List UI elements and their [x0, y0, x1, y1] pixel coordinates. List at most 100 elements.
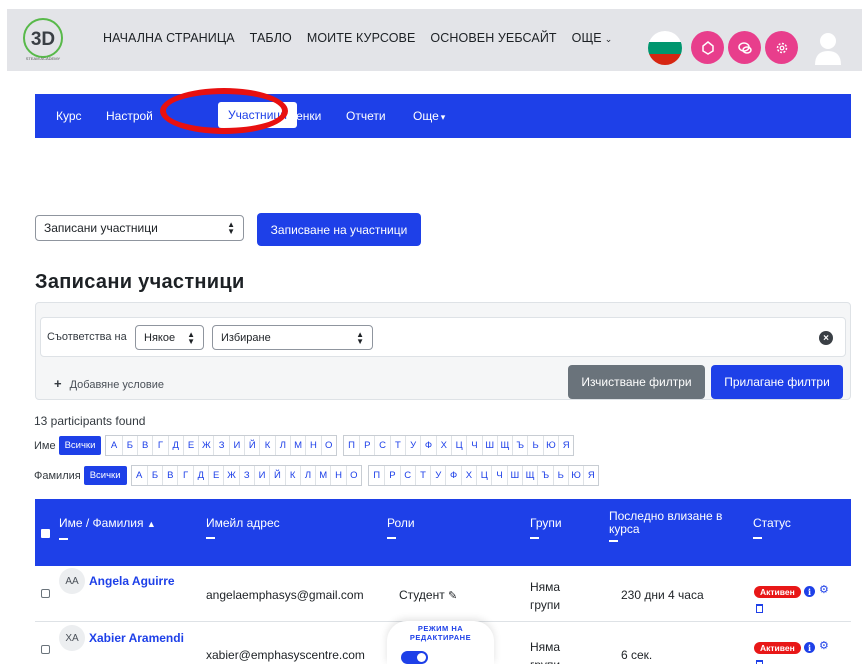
messages-icon[interactable]: [728, 31, 761, 64]
secnav-course[interactable]: Курс: [56, 109, 82, 123]
lastname-all-button[interactable]: Всички: [83, 466, 127, 485]
user-name-link[interactable]: Angela Aguirre: [89, 574, 175, 588]
lastname-letter-button[interactable]: К: [284, 466, 300, 485]
firstname-letter-button[interactable]: Н: [305, 436, 320, 455]
col-groups-header[interactable]: Групи: [530, 517, 562, 539]
firstname-letter-button[interactable]: Ч: [466, 436, 481, 455]
lastname-letter-button[interactable]: Г: [177, 466, 192, 485]
lastname-letter-button[interactable]: Ц: [476, 466, 491, 485]
nav-my-courses[interactable]: МОИТЕ КУРСОВЕ: [307, 31, 416, 45]
firstname-letter-button[interactable]: И: [228, 436, 244, 455]
col-hide-icon[interactable]: [59, 538, 68, 540]
add-condition-link[interactable]: + Добавяне условие: [54, 376, 164, 391]
lastname-letter-button[interactable]: Б: [146, 466, 162, 485]
user-avatar-icon[interactable]: [813, 31, 843, 65]
firstname-letter-button[interactable]: Я: [558, 436, 573, 455]
nav-dashboard[interactable]: ТАБЛО: [250, 31, 292, 45]
gear-icon[interactable]: ⚙: [819, 639, 829, 652]
firstname-letter-button[interactable]: В: [137, 436, 152, 455]
lastname-letter-button[interactable]: И: [253, 466, 269, 485]
firstname-letter-button[interactable]: Ю: [542, 436, 558, 455]
lastname-letter-button[interactable]: Л: [299, 466, 315, 485]
select-all-checkbox[interactable]: [41, 529, 50, 538]
info-icon[interactable]: i: [804, 642, 815, 653]
user-name-link[interactable]: Xabier Aramendi: [89, 631, 184, 645]
firstname-letter-button[interactable]: Щ: [496, 436, 512, 455]
lastname-letter-button[interactable]: Ь: [552, 466, 568, 485]
firstname-letter-button[interactable]: У: [405, 436, 420, 455]
row-checkbox[interactable]: [41, 645, 50, 654]
col-email-header[interactable]: Имейл адрес: [206, 517, 280, 539]
language-flag-icon[interactable]: [648, 31, 682, 65]
notification-icon[interactable]: [691, 31, 724, 64]
participants-view-select[interactable]: Записани участници ▲ ▼: [35, 215, 244, 241]
edit-mode-toggle[interactable]: [401, 651, 428, 664]
col-lastaccess-header[interactable]: Последно влизане в курса: [609, 510, 729, 542]
info-icon[interactable]: i: [804, 586, 815, 597]
firstname-letter-button[interactable]: З: [213, 436, 228, 455]
lastname-letter-button[interactable]: Д: [192, 466, 208, 485]
secnav-settings[interactable]: Настрой: [106, 109, 153, 123]
gear-icon[interactable]: ⚙: [819, 583, 829, 596]
lastname-letter-button[interactable]: П: [369, 466, 384, 485]
col-hide-icon[interactable]: [387, 537, 396, 539]
lastname-letter-button[interactable]: Х: [460, 466, 476, 485]
lastname-letter-button[interactable]: Е: [208, 466, 223, 485]
clear-filters-button[interactable]: Изчистване филтри: [568, 365, 705, 399]
firstname-letter-button[interactable]: Л: [274, 436, 290, 455]
firstname-letter-button[interactable]: М: [289, 436, 305, 455]
firstname-letter-button[interactable]: Ш: [481, 436, 497, 455]
match-type-select[interactable]: Някое ▲ ▼: [135, 325, 204, 350]
firstname-letter-button[interactable]: О: [320, 436, 336, 455]
settings-gear-icon[interactable]: [765, 31, 798, 64]
firstname-letter-button[interactable]: Ф: [420, 436, 435, 455]
col-hide-icon[interactable]: [609, 540, 618, 542]
lastname-letter-button[interactable]: Я: [583, 466, 598, 485]
firstname-letter-button[interactable]: Б: [121, 436, 137, 455]
lastname-letter-button[interactable]: Ш: [506, 466, 522, 485]
firstname-letter-button[interactable]: А: [106, 436, 121, 455]
enrol-users-button[interactable]: Записване на участници: [257, 213, 421, 246]
col-status-header[interactable]: Статус: [753, 517, 791, 539]
lastname-letter-button[interactable]: Н: [330, 466, 345, 485]
col-hide-icon[interactable]: [753, 537, 762, 539]
nav-main-website[interactable]: ОСНОВЕН УЕБСАЙТ: [430, 31, 556, 45]
col-name-header[interactable]: Име / Фамилия ▲: [59, 517, 156, 540]
lastname-letter-button[interactable]: С: [399, 466, 415, 485]
lastname-letter-button[interactable]: Ю: [567, 466, 583, 485]
filter-type-select[interactable]: Избиране ▲ ▼: [212, 325, 373, 350]
firstname-letter-button[interactable]: Р: [359, 436, 374, 455]
firstname-letter-button[interactable]: Й: [244, 436, 259, 455]
lastname-letter-button[interactable]: В: [162, 466, 177, 485]
lastname-letter-button[interactable]: З: [238, 466, 254, 485]
firstname-letter-button[interactable]: Ж: [198, 436, 213, 455]
apply-filters-button[interactable]: Прилагане филтри: [711, 365, 843, 399]
firstname-letter-button[interactable]: Х: [435, 436, 451, 455]
firstname-letter-button[interactable]: Г: [152, 436, 167, 455]
firstname-letter-button[interactable]: Т: [389, 436, 405, 455]
lastname-letter-button[interactable]: Р: [384, 466, 399, 485]
lastname-letter-button[interactable]: Й: [269, 466, 284, 485]
nav-home[interactable]: НАЧАЛНА СТРАНИЦА: [103, 31, 235, 45]
firstname-letter-button[interactable]: Ь: [527, 436, 542, 455]
lastname-letter-button[interactable]: У: [430, 466, 445, 485]
lastname-letter-button[interactable]: Ъ: [537, 466, 552, 485]
lastname-letter-button[interactable]: А: [132, 466, 147, 485]
lastname-letter-button[interactable]: М: [315, 466, 330, 485]
firstname-letter-button[interactable]: Ц: [450, 436, 466, 455]
trash-icon[interactable]: [756, 660, 763, 664]
firstname-letter-button[interactable]: Е: [182, 436, 198, 455]
secnav-more[interactable]: Още ▾: [413, 109, 445, 123]
nav-more[interactable]: ОЩЕ ⌄: [572, 31, 628, 45]
lastname-letter-button[interactable]: Ж: [223, 466, 238, 485]
lastname-letter-button[interactable]: Ч: [491, 466, 506, 485]
firstname-letter-button[interactable]: С: [374, 436, 389, 455]
secnav-reports[interactable]: Отчети: [346, 109, 386, 123]
remove-filter-icon[interactable]: ×: [819, 331, 833, 345]
site-logo[interactable]: 3D STEAM ACADEMY: [20, 16, 66, 62]
firstname-all-button[interactable]: Всички: [58, 436, 102, 455]
firstname-letter-button[interactable]: П: [344, 436, 359, 455]
row-checkbox[interactable]: [41, 589, 50, 598]
edit-pencil-icon[interactable]: ✎: [448, 590, 457, 602]
col-roles-header[interactable]: Роли: [387, 517, 415, 539]
